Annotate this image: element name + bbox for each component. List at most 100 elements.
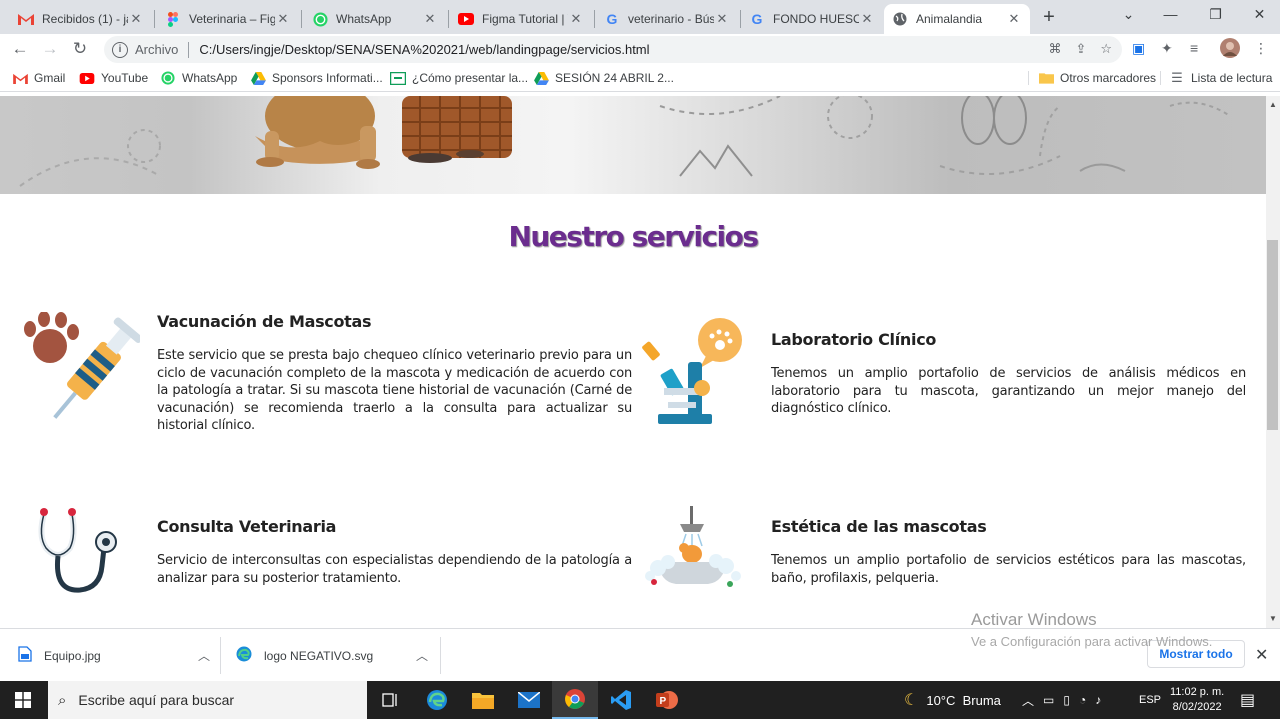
bookmark-label: WhatsApp xyxy=(182,71,238,85)
minimize-button[interactable]: — xyxy=(1148,0,1193,30)
address-bar[interactable]: i Archivo C:/Users/ingje/Desktop/SENA/SE… xyxy=(104,36,1122,63)
close-icon[interactable]: ✕ xyxy=(714,11,730,27)
address-url[interactable]: C:/Users/ingje/Desktop/SENA/SENA%202021/… xyxy=(199,42,649,57)
notifications-icon[interactable]: ▤ xyxy=(1240,681,1255,719)
tab-fondo-huesos[interactable]: G FONDO HUESOS ✕ xyxy=(741,4,883,34)
tab-google-search[interactable]: G veterinario - Búsq ✕ xyxy=(596,4,738,34)
google-icon: G xyxy=(751,11,763,27)
service-description: Tenemos un amplio portafolio de servicio… xyxy=(771,366,1246,416)
wifi-icon[interactable]: ◔ xyxy=(1079,693,1086,707)
bookmark-label: SESIÓN 24 ABRIL 2... xyxy=(555,71,674,85)
cast-icon[interactable]: ▣ xyxy=(1132,40,1145,57)
restore-button[interactable]: ❐ xyxy=(1193,0,1238,30)
edge-icon[interactable] xyxy=(414,681,460,719)
powerpoint-icon[interactable]: P xyxy=(644,681,690,719)
taskbar-search-input[interactable]: ⌕ Escribe aquí para buscar xyxy=(48,681,367,719)
download-filename: Equipo.jpg xyxy=(44,648,101,663)
clock[interactable]: 11:02 p. m. 8/02/2022 xyxy=(1170,681,1224,719)
bookmark-sesion[interactable]: SESIÓN 24 ABRIL 2... xyxy=(533,69,674,87)
tab-figma[interactable]: Veterinaria – Figm ✕ xyxy=(157,4,299,34)
scroll-up-arrow-icon[interactable]: ▲ xyxy=(1266,98,1280,112)
search-icon: ⌕ xyxy=(58,691,67,709)
whatsapp-icon xyxy=(160,71,176,85)
figma-icon xyxy=(165,11,181,27)
forward-button[interactable]: → xyxy=(38,37,62,61)
vscode-icon[interactable] xyxy=(598,681,644,719)
extensions-icon[interactable]: ✦ xyxy=(1161,40,1173,57)
bookmark-label: Lista de lectura xyxy=(1191,71,1273,85)
share-icon[interactable]: ⇪ xyxy=(1075,41,1086,57)
download-item-logo[interactable]: logo NEGATIVO.svg ︿ xyxy=(236,629,436,682)
svg-text:P: P xyxy=(660,696,667,707)
gmail-icon xyxy=(12,71,28,85)
tab-label: Figma Tutorial | V xyxy=(482,12,568,26)
volume-icon[interactable]: ♪ xyxy=(1095,693,1101,707)
tab-strip: Recibidos (1) - ja ✕ Veterinaria – Figm … xyxy=(0,0,1280,34)
tab-animalandia[interactable]: Animalandia ✕ xyxy=(884,4,1030,34)
weather-moon-icon: ☾ xyxy=(904,692,919,709)
service-title: Vacunación de Mascotas xyxy=(157,312,372,331)
bookmark-label: ¿Cómo presentar la... xyxy=(412,71,529,85)
drive-icon xyxy=(250,71,266,85)
media-queue-icon[interactable]: ≡ xyxy=(1190,40,1198,56)
close-icon[interactable]: ✕ xyxy=(859,11,875,27)
bookmark-label: Otros marcadores xyxy=(1060,71,1157,85)
microscope-icon xyxy=(640,316,744,433)
reading-list[interactable]: ☰ Lista de lectura xyxy=(1169,69,1272,87)
new-tab-button[interactable]: + xyxy=(1038,6,1060,28)
tab-search-chevron-icon[interactable]: ⌄ xyxy=(1106,0,1151,30)
meet-now-icon[interactable]: ▭ xyxy=(1043,693,1054,707)
bookmark-star-icon[interactable]: ☆ xyxy=(1100,41,1112,57)
dog-bath-icon xyxy=(640,506,744,595)
other-bookmarks[interactable]: Otros marcadores xyxy=(1038,69,1156,87)
task-view-icon[interactable] xyxy=(368,681,414,719)
tab-label: FONDO HUESOS xyxy=(773,12,859,26)
info-icon[interactable]: i xyxy=(112,41,128,58)
scroll-down-arrow-icon[interactable]: ▼ xyxy=(1266,612,1280,626)
gmail-icon xyxy=(18,11,34,27)
battery-icon[interactable]: ▯ xyxy=(1063,693,1070,707)
bookmark-gmail[interactable]: Gmail xyxy=(12,69,65,87)
tab-gmail[interactable]: Recibidos (1) - ja ✕ xyxy=(10,4,152,34)
avatar[interactable] xyxy=(1220,38,1240,61)
browser-menu-icon[interactable]: ⋮ xyxy=(1254,40,1268,57)
close-icon[interactable]: ✕ xyxy=(422,11,438,27)
download-filename: logo NEGATIVO.svg xyxy=(264,648,374,663)
chrome-icon[interactable] xyxy=(552,681,598,719)
tab-youtube[interactable]: Figma Tutorial | V ✕ xyxy=(450,4,592,34)
language-indicator[interactable]: ESP xyxy=(1139,681,1161,719)
close-icon[interactable]: ✕ xyxy=(275,11,291,27)
close-icon[interactable]: ✕ xyxy=(128,11,144,27)
vaccine-syringe-icon xyxy=(18,311,143,439)
clock-date: 8/02/2022 xyxy=(1172,701,1222,713)
hero-illustration xyxy=(19,96,1231,187)
windows-start-icon[interactable] xyxy=(0,681,46,719)
close-icon[interactable]: ✕ xyxy=(568,11,584,27)
drive-icon xyxy=(533,71,549,85)
bookmark-como-presentar[interactable]: ¿Cómo presentar la... xyxy=(390,69,528,87)
bookmark-label: YouTube xyxy=(101,71,149,85)
search-placeholder: Escribe aquí para buscar xyxy=(78,692,235,708)
close-shelf-icon[interactable]: ✕ xyxy=(1255,645,1268,665)
scrollbar-thumb[interactable] xyxy=(1267,240,1278,430)
back-button[interactable]: ← xyxy=(8,37,32,61)
youtube-icon xyxy=(79,71,95,85)
chevron-up-icon[interactable]: ︿ xyxy=(416,647,428,664)
chevron-up-icon[interactable]: ︿ xyxy=(198,647,210,664)
weather-widget[interactable]: ☾ 10°C Bruma xyxy=(904,681,1001,719)
tab-whatsapp[interactable]: WhatsApp ✕ xyxy=(304,4,446,34)
download-item-equipo[interactable]: Equipo.jpg ︿ xyxy=(18,629,218,682)
reload-button[interactable]: ↻ xyxy=(68,37,92,61)
translate-icon[interactable]: ⌘ xyxy=(1048,41,1061,57)
file-explorer-icon[interactable] xyxy=(460,681,506,719)
service-title: Consulta Veterinaria xyxy=(157,517,337,536)
activation-subtitle: Ve a Configuración para activar Windows. xyxy=(971,634,1213,649)
bookmark-youtube[interactable]: YouTube xyxy=(79,69,148,87)
chevron-up-icon[interactable]: ︿ xyxy=(1022,692,1034,709)
mail-icon[interactable] xyxy=(506,681,552,719)
bookmark-whatsapp[interactable]: WhatsApp xyxy=(160,69,237,87)
close-icon[interactable]: ✕ xyxy=(1006,11,1022,27)
bookmark-sponsors[interactable]: Sponsors Informati... xyxy=(250,69,383,87)
close-window-button[interactable]: ✕ xyxy=(1237,0,1280,30)
image-file-icon xyxy=(18,646,32,665)
